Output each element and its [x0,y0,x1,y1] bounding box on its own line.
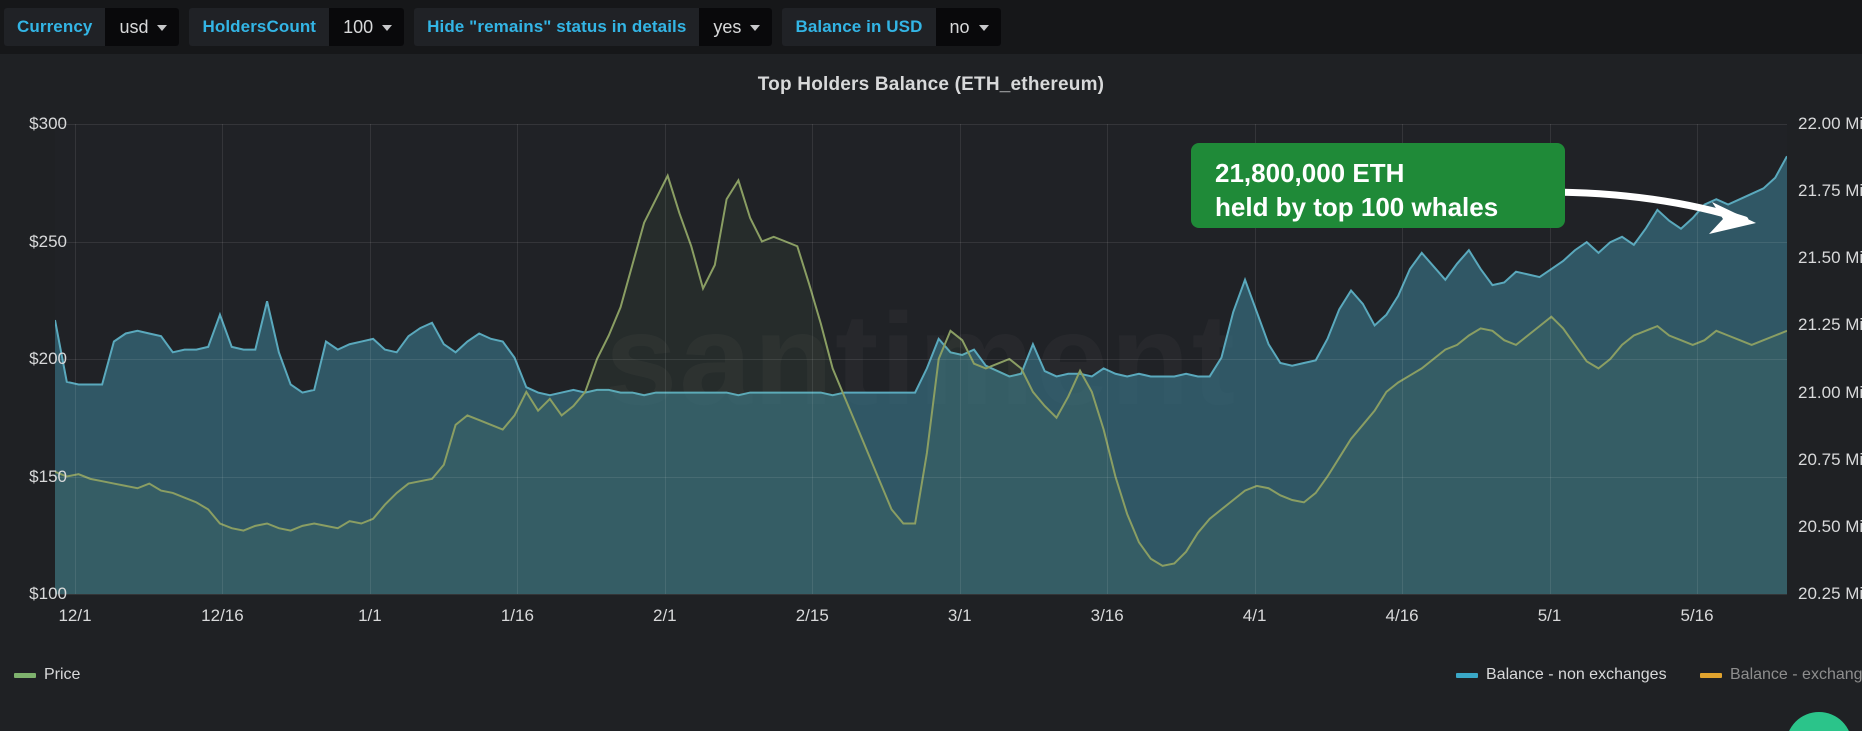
variable-balance-in-usd-value: no [950,17,970,38]
variable-holderscount: HoldersCount 100 [189,8,404,46]
variable-hide-remains-dropdown[interactable]: yes [699,8,772,46]
variable-hide-remains: Hide "remains" status in details yes [414,8,772,46]
gridline-vertical [812,124,813,594]
legend-price-label: Price [44,666,80,684]
y-axis-left-tick-label: $150 [29,467,67,487]
legend-price[interactable]: Price [14,666,80,684]
y-axis-right-tick-label: 20.75 Mil [1798,450,1862,470]
y-axis-right-tick-label: 21.75 Mil [1798,181,1862,201]
chevron-down-icon [382,25,392,31]
x-axis-tick-label: 1/1 [358,606,382,626]
annotation-line-1: 21,800,000 ETH [1215,157,1541,191]
chart-panel: Top Holders Balance (ETH_ethereum) santi… [0,54,1862,731]
x-axis-tick-label: 3/16 [1091,606,1124,626]
x-axis-tick-label: 4/16 [1386,606,1419,626]
arrow-right-icon [1540,174,1790,244]
annotation-line-2: held by top 100 whales [1215,191,1541,225]
legend-balance-exchanges-label: Balance - exchanges [1730,666,1862,684]
gridline-horizontal [55,359,1787,360]
y-axis-right-tick-label: 21.25 Mil [1798,315,1862,335]
y-axis-right-tick-label: 22.00 Mil [1798,114,1862,134]
gridline-vertical [517,124,518,594]
gridline-vertical [960,124,961,594]
variable-currency-value: usd [119,17,148,38]
x-axis-tick-label: 3/1 [948,606,972,626]
legend-balance-non-exchanges-label: Balance - non exchanges [1486,666,1667,684]
y-axis-left-tick-label: $250 [29,232,67,252]
x-axis-tick-label: 4/1 [1243,606,1267,626]
annotation-callout: 21,800,000 ETH held by top 100 whales [1191,143,1565,228]
y-axis-left-tick-label: $200 [29,349,67,369]
x-axis-tick-label: 5/16 [1680,606,1713,626]
gridline-vertical [370,124,371,594]
legend-balance-exchanges[interactable]: Balance - exchanges [1700,666,1862,684]
variable-holderscount-label: HoldersCount [189,8,329,46]
app-root: Currency usd HoldersCount 100 Hide "rema… [0,0,1862,731]
gridline-horizontal [55,594,1787,595]
y-axis-right-tick-label: 21.00 Mil [1798,383,1862,403]
variable-balance-in-usd-label: Balance in USD [782,8,935,46]
x-axis-tick-label: 1/16 [501,606,534,626]
gridline-horizontal [55,242,1787,243]
variable-currency-dropdown[interactable]: usd [105,8,179,46]
y-axis-left-tick-label: $100 [29,584,67,604]
dashboard-variables-toolbar: Currency usd HoldersCount 100 Hide "rema… [0,0,1862,54]
chevron-down-icon [750,25,760,31]
gridline-vertical [1107,124,1108,594]
gridline-vertical [75,124,76,594]
gridline-vertical [222,124,223,594]
variable-balance-in-usd-dropdown[interactable]: no [936,8,1001,46]
legend-swatch-price [14,673,36,678]
variable-currency-label: Currency [4,8,105,46]
chevron-down-icon [979,25,989,31]
x-axis-tick-label: 12/1 [58,606,91,626]
page-title: Top Holders Balance (ETH_ethereum) [0,74,1862,96]
y-axis-right-tick-label: 20.25 Mil [1798,584,1862,604]
variable-hide-remains-value: yes [713,17,741,38]
x-axis-tick-label: 5/1 [1538,606,1562,626]
x-axis-tick-label: 2/15 [796,606,829,626]
x-axis-tick-label: 12/16 [201,606,244,626]
legend-swatch-balance-non-exchanges [1456,673,1478,678]
variable-currency: Currency usd [4,8,179,46]
gridline-vertical [665,124,666,594]
legend-balance-non-exchanges[interactable]: Balance - non exchanges [1456,666,1667,684]
chart-legend: Price Balance - non exchanges Balance - … [0,666,1862,706]
variable-hide-remains-label: Hide "remains" status in details [414,8,699,46]
variable-holderscount-value: 100 [343,17,373,38]
y-axis-left-tick-label: $300 [29,114,67,134]
variable-balance-in-usd: Balance in USD no [782,8,1000,46]
legend-swatch-balance-exchanges [1700,673,1722,678]
y-axis-right-tick-label: 21.50 Mil [1798,248,1862,268]
variable-holderscount-dropdown[interactable]: 100 [329,8,404,46]
gridline-horizontal [55,124,1787,125]
chevron-down-icon [157,25,167,31]
y-axis-right-tick-label: 20.50 Mil [1798,517,1862,537]
gridline-horizontal [55,477,1787,478]
x-axis-tick-label: 2/1 [653,606,677,626]
